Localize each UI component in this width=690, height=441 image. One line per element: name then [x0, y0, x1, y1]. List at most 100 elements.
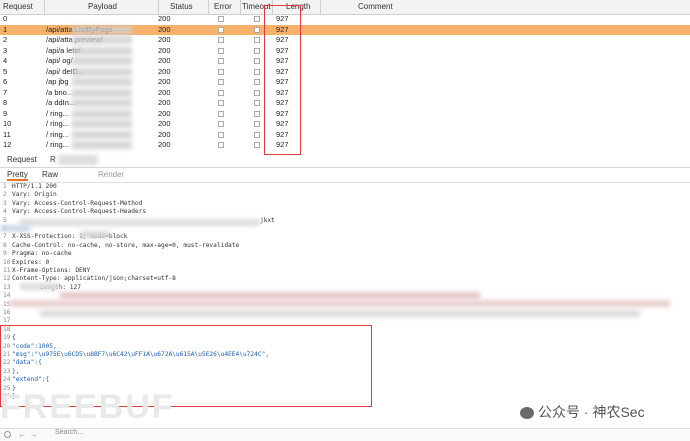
subtab-render[interactable]: Render	[98, 170, 124, 179]
subtab-raw[interactable]: Raw	[42, 170, 58, 179]
status-cell: 200	[158, 87, 171, 97]
status-cell: 200	[158, 35, 171, 44]
redacted-area	[72, 88, 132, 97]
table-row[interactable]: 8/a ddIn... 200 927	[0, 98, 690, 109]
timeout-checkbox[interactable]	[254, 79, 260, 85]
col-error[interactable]: Error	[214, 2, 232, 11]
redacted-area	[60, 292, 480, 299]
timeout-checkbox[interactable]	[254, 47, 260, 54]
line-number: 3	[3, 199, 7, 207]
tab-response[interactable]: R	[50, 155, 56, 164]
table-row[interactable]: 2/api/atta preview/200927	[0, 35, 690, 46]
table-row[interactable]: 7/a bno... 200 927	[0, 88, 690, 99]
table-row[interactable]: 9/ ring... 200 927	[0, 109, 690, 120]
search-bar: ← → Search...	[0, 428, 690, 441]
table-row[interactable]: 1/api/atta ListByPage200927	[0, 24, 690, 35]
col-divider	[320, 0, 321, 14]
table-row[interactable]: 10/ ring... 200 927	[0, 119, 690, 130]
col-payload[interactable]: Payload	[88, 2, 117, 11]
error-checkbox[interactable]	[218, 100, 224, 106]
error-checkbox[interactable]	[218, 47, 224, 54]
timeout-checkbox[interactable]	[254, 37, 260, 43]
redacted-area	[72, 130, 132, 139]
timeout-checkbox[interactable]	[254, 68, 260, 75]
payload-cell: / ring...	[46, 108, 69, 118]
wechat-icon	[520, 407, 534, 420]
line-number: 5	[3, 216, 7, 224]
table-row[interactable]: 0 200 927	[0, 14, 690, 25]
table-row[interactable]: 4/api/ og/200 927	[0, 56, 690, 67]
status-cell: 200	[158, 45, 171, 55]
line-number: 13	[3, 283, 11, 291]
results-table-body: 0 200 9 2 7 1/api/atta ListByPage2009272/api/…	[0, 14, 690, 151]
status-cell: 200	[158, 119, 171, 128]
forward-icon[interactable]: →	[30, 430, 38, 439]
line-number: 8	[3, 241, 7, 249]
table-row[interactable]: 5/api/ deID... 200 927	[0, 67, 690, 78]
col-divider	[240, 0, 241, 14]
error-checkbox[interactable]	[218, 16, 224, 22]
redacted-area	[72, 141, 132, 149]
error-checkbox[interactable]	[218, 89, 224, 96]
timeout-checkbox[interactable]	[254, 142, 260, 148]
back-icon[interactable]: ←	[18, 430, 26, 439]
code-line: Vary: Origin	[12, 191, 57, 199]
request-id: 9	[3, 108, 8, 118]
error-checkbox[interactable]	[218, 110, 224, 117]
error-checkbox[interactable]	[218, 79, 224, 85]
error-checkbox[interactable]	[218, 26, 224, 33]
watermark-text: 公众号 · 神农Sec	[538, 404, 645, 420]
redacted-area	[40, 310, 640, 317]
error-checkbox[interactable]	[218, 131, 224, 138]
payload-cell: /a bno...	[46, 87, 74, 97]
status-cell: 200	[158, 77, 171, 86]
redacted-area	[20, 219, 260, 226]
timeout-checkbox[interactable]	[254, 16, 260, 22]
status-cell: 200	[158, 108, 171, 118]
request-id: 5	[3, 66, 8, 76]
tab-request[interactable]: Request	[7, 155, 37, 164]
payload-cell: / ring...	[46, 119, 69, 128]
status-cell: 200	[158, 98, 171, 107]
search-input[interactable]: Search...	[55, 429, 355, 439]
error-checkbox[interactable]	[218, 58, 224, 64]
redacted-area	[58, 155, 98, 165]
error-checkbox[interactable]	[218, 121, 224, 127]
request-id: 1	[3, 24, 8, 34]
error-checkbox[interactable]	[218, 37, 224, 43]
timeout-checkbox[interactable]	[254, 26, 260, 33]
table-row[interactable]: 3/api/a lete/200 927	[0, 46, 690, 57]
timeout-checkbox[interactable]	[254, 100, 260, 106]
col-comment[interactable]: Comment	[358, 2, 393, 11]
payload-cell: / ring...	[46, 140, 69, 149]
timeout-checkbox[interactable]	[254, 131, 260, 138]
col-status[interactable]: Status	[170, 2, 193, 11]
code-line: X-XSS-Protection: 1; mode=block	[12, 233, 128, 241]
payload-cell: /a ddIn...	[46, 98, 76, 107]
redacted-area	[0, 225, 30, 232]
line-number: 9	[3, 250, 7, 258]
redacted-area	[72, 109, 132, 118]
error-checkbox[interactable]	[218, 68, 224, 75]
results-table-header: Request Payload Status Error Timeout Len…	[0, 0, 690, 15]
timeout-checkbox[interactable]	[254, 110, 260, 117]
line-number: 2	[3, 191, 7, 199]
highlight-box-length	[264, 5, 301, 155]
line-number: 10	[3, 258, 11, 266]
payload-cell: / ring...	[46, 129, 69, 139]
timeout-checkbox[interactable]	[254, 121, 260, 127]
timeout-checkbox[interactable]	[254, 58, 260, 64]
settings-icon[interactable]	[4, 431, 11, 438]
table-row[interactable]: 6/ap jbg 200 927	[0, 77, 690, 88]
line-number: 14	[3, 292, 11, 300]
table-row[interactable]: 11/ ring... 200 927	[0, 130, 690, 141]
col-request[interactable]: Request	[3, 2, 33, 11]
request-id: 2	[3, 35, 8, 44]
wechat-watermark: 公众号 · 神农Sec	[520, 402, 645, 422]
redacted-area	[72, 36, 132, 44]
subtab-pretty[interactable]: Pretty	[7, 170, 28, 181]
status-cell: 200	[158, 14, 171, 23]
error-checkbox[interactable]	[218, 142, 224, 148]
table-row[interactable]: 12/ ring... 200 927	[0, 140, 690, 151]
timeout-checkbox[interactable]	[254, 89, 260, 96]
